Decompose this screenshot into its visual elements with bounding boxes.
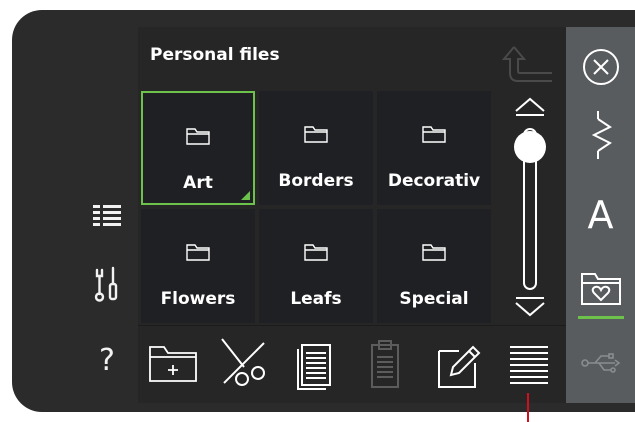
folder-tile-flowers[interactable]: Flowers [141,209,255,323]
text-menu-button[interactable]: A [566,187,635,243]
folder-label: Decorativ [387,171,481,191]
view-list-icon [510,346,548,384]
rename-icon [438,345,481,388]
folder-icon [422,125,446,147]
folder-label: Special [399,289,469,309]
paste-icon [371,340,399,388]
new-folder-icon [149,346,197,382]
folder-tile-special[interactable]: Special [377,209,491,323]
rename-button[interactable] [428,334,486,392]
folder-icon [304,125,328,147]
scroll-up-icon[interactable] [515,97,545,116]
help-icon[interactable]: ? [82,338,132,382]
folder-icon [422,243,446,265]
folder-label: Borders [278,171,354,191]
cut-icon [221,338,265,386]
close-icon [582,49,619,85]
scroll-handle-icon[interactable] [514,131,546,163]
scroll-down-icon[interactable] [515,297,545,317]
folder-tile-art[interactable]: Art [141,91,255,205]
file-actions-toolbar [138,325,566,404]
active-tab-indicator [578,316,624,319]
stitch-icon [591,111,612,159]
scrollbar[interactable] [508,93,552,323]
folder-tile-leafs[interactable]: Leafs [259,209,373,323]
folder-label: Art [183,173,213,193]
help-label: ? [99,342,115,378]
usb-button[interactable] [566,343,635,383]
folder-tile-decorative[interactable]: Decorativ [377,91,491,205]
cut-button[interactable] [214,334,272,392]
copy-button[interactable] [284,334,342,392]
folder-label: Leafs [290,289,342,309]
close-button[interactable] [566,45,635,89]
personal-files-button[interactable] [566,265,635,313]
pointer-marker [527,393,529,422]
file-browser-panel: Personal files Art Borders Decorativ Flo… [138,27,566,403]
list-view-button[interactable] [500,334,558,392]
text-icon: A [587,193,614,237]
new-folder-button[interactable] [144,334,202,392]
personal-folder-icon [580,273,621,305]
paste-button[interactable] [356,334,414,392]
folder-grid: Art Borders Decorativ Flowers Leafs Spec… [141,91,491,326]
folder-icon [304,243,328,265]
usb-icon [580,353,620,373]
copy-icon [297,344,331,390]
folder-icon [186,243,210,265]
selection-corner-indicator [241,191,250,200]
list-view-icon[interactable] [82,194,132,238]
right-sidebar: A [566,27,635,403]
tools-icon[interactable] [82,262,132,306]
folder-icon [186,127,210,149]
back-arrow-icon [500,37,556,89]
folder-tile-borders[interactable]: Borders [259,91,373,205]
panel-title: Personal files [150,45,280,65]
folder-label: Flowers [160,289,236,309]
stitch-menu-button[interactable] [566,107,635,163]
